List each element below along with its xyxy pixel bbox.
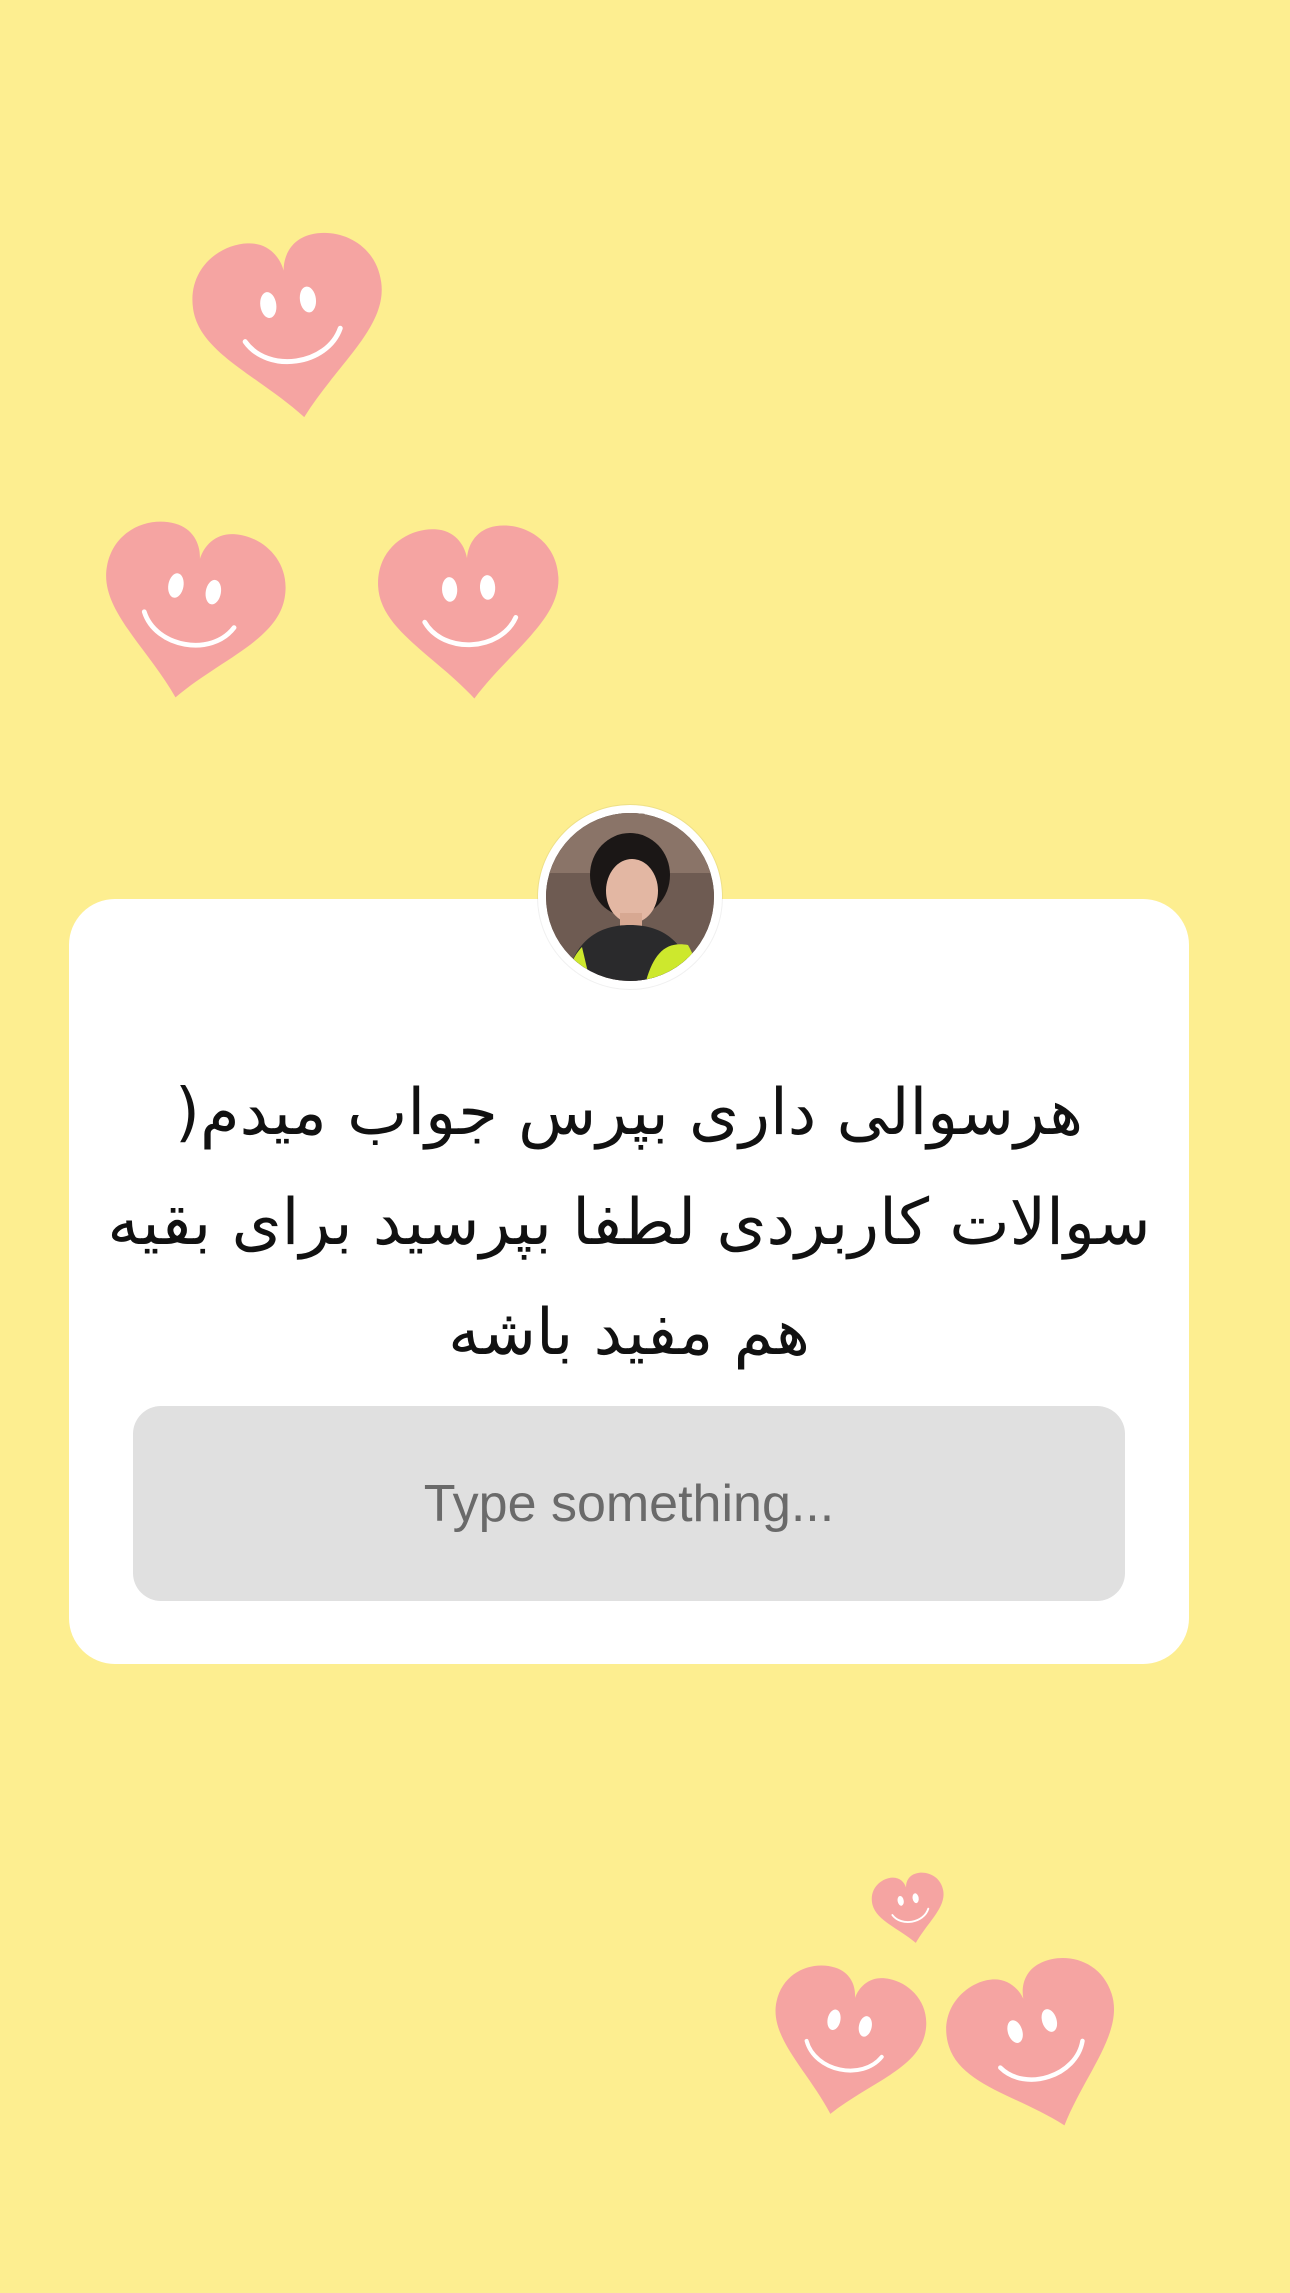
avatar [538,805,722,989]
question-text: هرسوالی داری بپرس جواب میدم( سوالات کارب… [107,1076,1151,1370]
profile-photo-icon [546,813,714,981]
answer-input[interactable] [133,1406,1125,1601]
